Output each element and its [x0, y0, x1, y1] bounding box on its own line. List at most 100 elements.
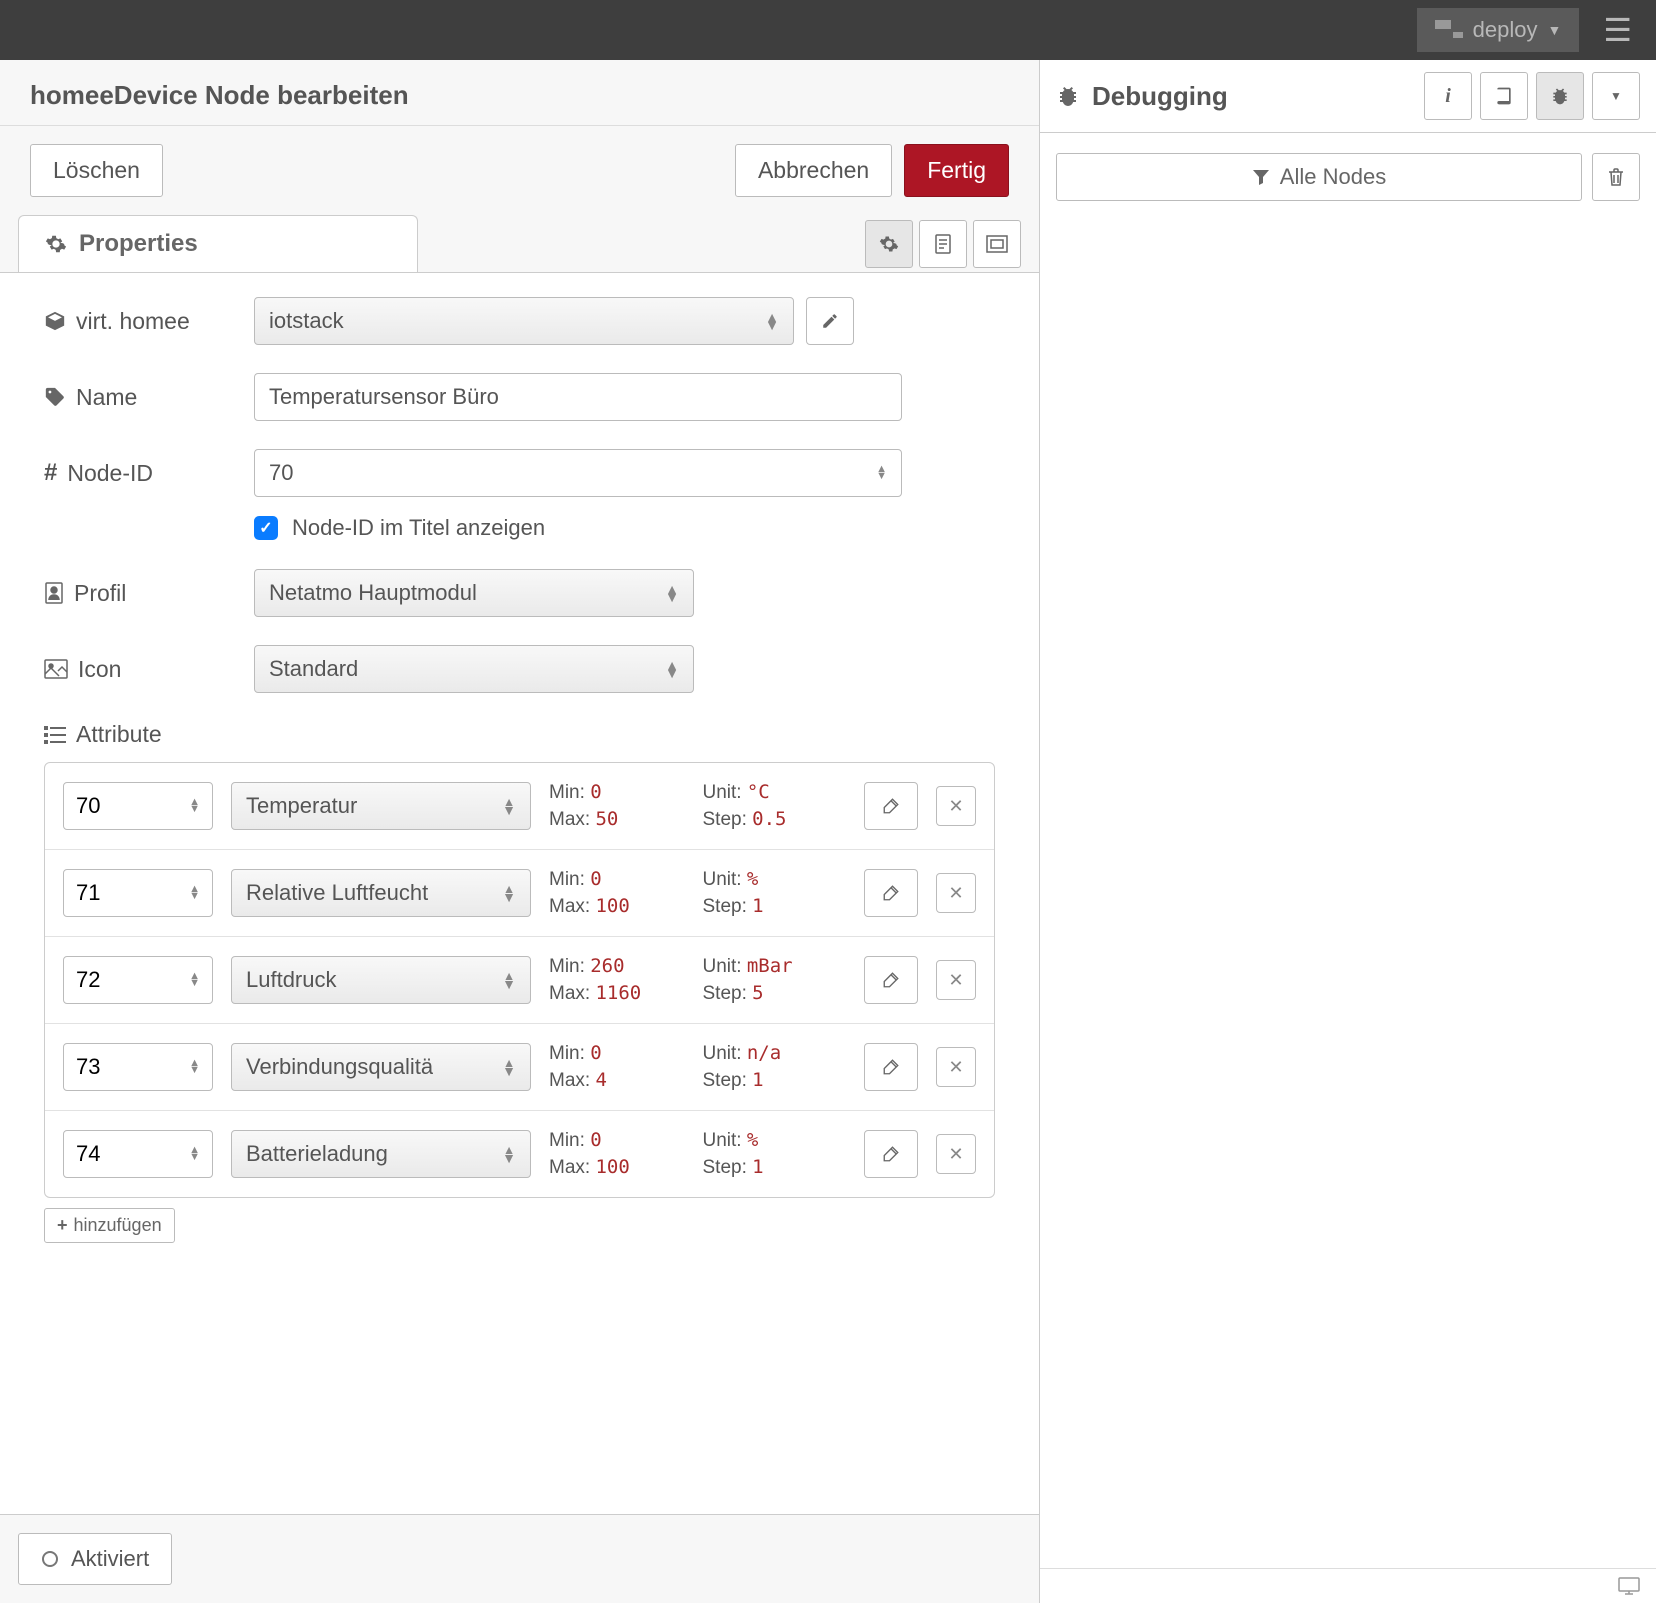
- deploy-label: deploy: [1473, 17, 1538, 43]
- nodeid-input[interactable]: 70 ▲▼: [254, 449, 902, 497]
- virt-homee-label: virt. homee: [44, 308, 254, 335]
- spinner-icon: ▲▼: [189, 799, 200, 813]
- tag-icon: [44, 386, 66, 408]
- edit-icon: [882, 1058, 900, 1076]
- show-nodeid-label: Node-ID im Titel anzeigen: [292, 515, 545, 541]
- updown-icon: ▲▼: [502, 885, 516, 901]
- updown-icon: ▲▼: [665, 585, 679, 601]
- sidebar-debug-button[interactable]: [1536, 72, 1584, 120]
- virt-homee-select[interactable]: iotstack ▲▼: [254, 297, 794, 345]
- clear-debug-button[interactable]: [1592, 153, 1640, 201]
- deploy-button[interactable]: deploy ▼: [1417, 8, 1580, 52]
- properties-tab[interactable]: Properties: [18, 215, 418, 272]
- attribute-type-select[interactable]: Verbindungsqualitä ▲▼: [231, 1043, 531, 1091]
- node-editor-panel: homeeDevice Node bearbeiten Löschen Abbr…: [0, 60, 1040, 1603]
- sidebar-help-button[interactable]: [1480, 72, 1528, 120]
- cube-icon: [44, 310, 66, 332]
- profile-icon: [44, 582, 64, 604]
- chevron-down-icon: ▼: [1610, 89, 1622, 103]
- close-icon: ✕: [948, 883, 963, 904]
- spinner-icon: ▲▼: [189, 1147, 200, 1161]
- editor-title: homeeDevice Node bearbeiten: [0, 60, 1039, 126]
- image-icon: [44, 659, 68, 679]
- deploy-icon: [1435, 20, 1463, 40]
- close-icon: ✕: [948, 796, 963, 817]
- attribute-id-input[interactable]: 74 ▲▼: [63, 1130, 213, 1178]
- circle-icon: [41, 1550, 59, 1568]
- attribute-edit-button[interactable]: [864, 1043, 918, 1091]
- filter-icon: [1252, 168, 1270, 186]
- edit-icon: [882, 797, 900, 815]
- edit-virt-homee-button[interactable]: [806, 297, 854, 345]
- attribute-row: 74 ▲▼ Batterieladung ▲▼ Min: 0 Unit: % M…: [45, 1111, 994, 1197]
- attribute-delete-button[interactable]: ✕: [936, 786, 976, 826]
- show-nodeid-checkbox[interactable]: ✓: [254, 516, 278, 540]
- hash-icon: #: [44, 459, 57, 487]
- settings-view-button[interactable]: [865, 220, 913, 268]
- updown-icon: ▲▼: [502, 798, 516, 814]
- updown-icon: ▲▼: [502, 1146, 516, 1162]
- attribute-id-input[interactable]: 71 ▲▼: [63, 869, 213, 917]
- attribute-edit-button[interactable]: [864, 782, 918, 830]
- profile-select[interactable]: Netatmo Hauptmodul ▲▼: [254, 569, 694, 617]
- list-icon: [44, 726, 66, 744]
- editor-actions: Löschen Abbrechen Fertig: [0, 126, 1039, 215]
- spinner-icon: ▲▼: [189, 886, 200, 900]
- delete-button[interactable]: Löschen: [30, 144, 163, 197]
- activated-toggle[interactable]: Aktiviert: [18, 1533, 172, 1585]
- attribute-type-select[interactable]: Batterieladung ▲▼: [231, 1130, 531, 1178]
- attribute-type-select[interactable]: Temperatur ▲▼: [231, 782, 531, 830]
- monitor-icon: [1618, 1577, 1640, 1595]
- attribute-meta: Min: 0 Unit: n/a Max: 4 Step: 1: [549, 1042, 846, 1092]
- attribute-delete-button[interactable]: ✕: [936, 960, 976, 1000]
- icon-label: Icon: [44, 656, 254, 683]
- appearance-view-button[interactable]: [973, 220, 1021, 268]
- close-icon: ✕: [948, 1057, 963, 1078]
- cancel-button[interactable]: Abbrechen: [735, 144, 892, 197]
- edit-icon: [882, 971, 900, 989]
- document-icon: [934, 234, 952, 254]
- attribute-id-input[interactable]: 73 ▲▼: [63, 1043, 213, 1091]
- attribute-meta: Min: 0 Unit: °C Max: 50 Step: 0.5: [549, 781, 846, 831]
- chevron-down-icon: ▼: [1547, 22, 1561, 38]
- bug-icon: [1056, 84, 1080, 108]
- attribute-meta: Min: 0 Unit: % Max: 100 Step: 1: [549, 868, 846, 918]
- updown-icon: ▲▼: [502, 1059, 516, 1075]
- editor-footer: Aktiviert: [0, 1514, 1039, 1603]
- add-attribute-button[interactable]: + hinzufügen: [44, 1208, 175, 1243]
- attribute-row: 73 ▲▼ Verbindungsqualitä ▲▼ Min: 0 Unit:…: [45, 1024, 994, 1111]
- hamburger-menu[interactable]: ☰: [1595, 7, 1640, 53]
- icon-select[interactable]: Standard ▲▼: [254, 645, 694, 693]
- sidebar-dropdown-button[interactable]: ▼: [1592, 72, 1640, 120]
- trash-icon: [1607, 167, 1625, 187]
- attribute-delete-button[interactable]: ✕: [936, 1047, 976, 1087]
- attribute-row: 70 ▲▼ Temperatur ▲▼ Min: 0 Unit: °C Max:…: [45, 763, 994, 850]
- attribute-id-input[interactable]: 70 ▲▼: [63, 782, 213, 830]
- sidebar-footer: [1040, 1568, 1656, 1603]
- gear-icon: [879, 234, 899, 254]
- debug-sidebar: Debugging i ▼ Alle Nodes: [1040, 60, 1656, 1603]
- attribute-edit-button[interactable]: [864, 869, 918, 917]
- updown-icon: ▲▼: [765, 313, 779, 329]
- attribute-delete-button[interactable]: ✕: [936, 873, 976, 913]
- name-input[interactable]: [254, 373, 902, 421]
- bug-icon: [1550, 86, 1570, 106]
- attribute-delete-button[interactable]: ✕: [936, 1134, 976, 1174]
- book-icon: [1494, 86, 1514, 106]
- filter-button[interactable]: Alle Nodes: [1056, 153, 1582, 201]
- description-view-button[interactable]: [919, 220, 967, 268]
- attribute-edit-button[interactable]: [864, 1130, 918, 1178]
- attributes-list: 70 ▲▼ Temperatur ▲▼ Min: 0 Unit: °C Max:…: [44, 762, 995, 1198]
- spinner-icon: ▲▼: [189, 973, 200, 987]
- attribute-type-select[interactable]: Luftdruck ▲▼: [231, 956, 531, 1004]
- properties-tab-label: Properties: [79, 230, 198, 258]
- editor-tabs: Properties: [0, 215, 1039, 272]
- attribute-edit-button[interactable]: [864, 956, 918, 1004]
- attribute-type-select[interactable]: Relative Luftfeucht ▲▼: [231, 869, 531, 917]
- updown-icon: ▲▼: [502, 972, 516, 988]
- attribute-id-input[interactable]: 72 ▲▼: [63, 956, 213, 1004]
- attributes-label: Attribute: [44, 721, 995, 748]
- done-button[interactable]: Fertig: [904, 144, 1009, 197]
- info-icon: i: [1445, 85, 1451, 108]
- sidebar-info-button[interactable]: i: [1424, 72, 1472, 120]
